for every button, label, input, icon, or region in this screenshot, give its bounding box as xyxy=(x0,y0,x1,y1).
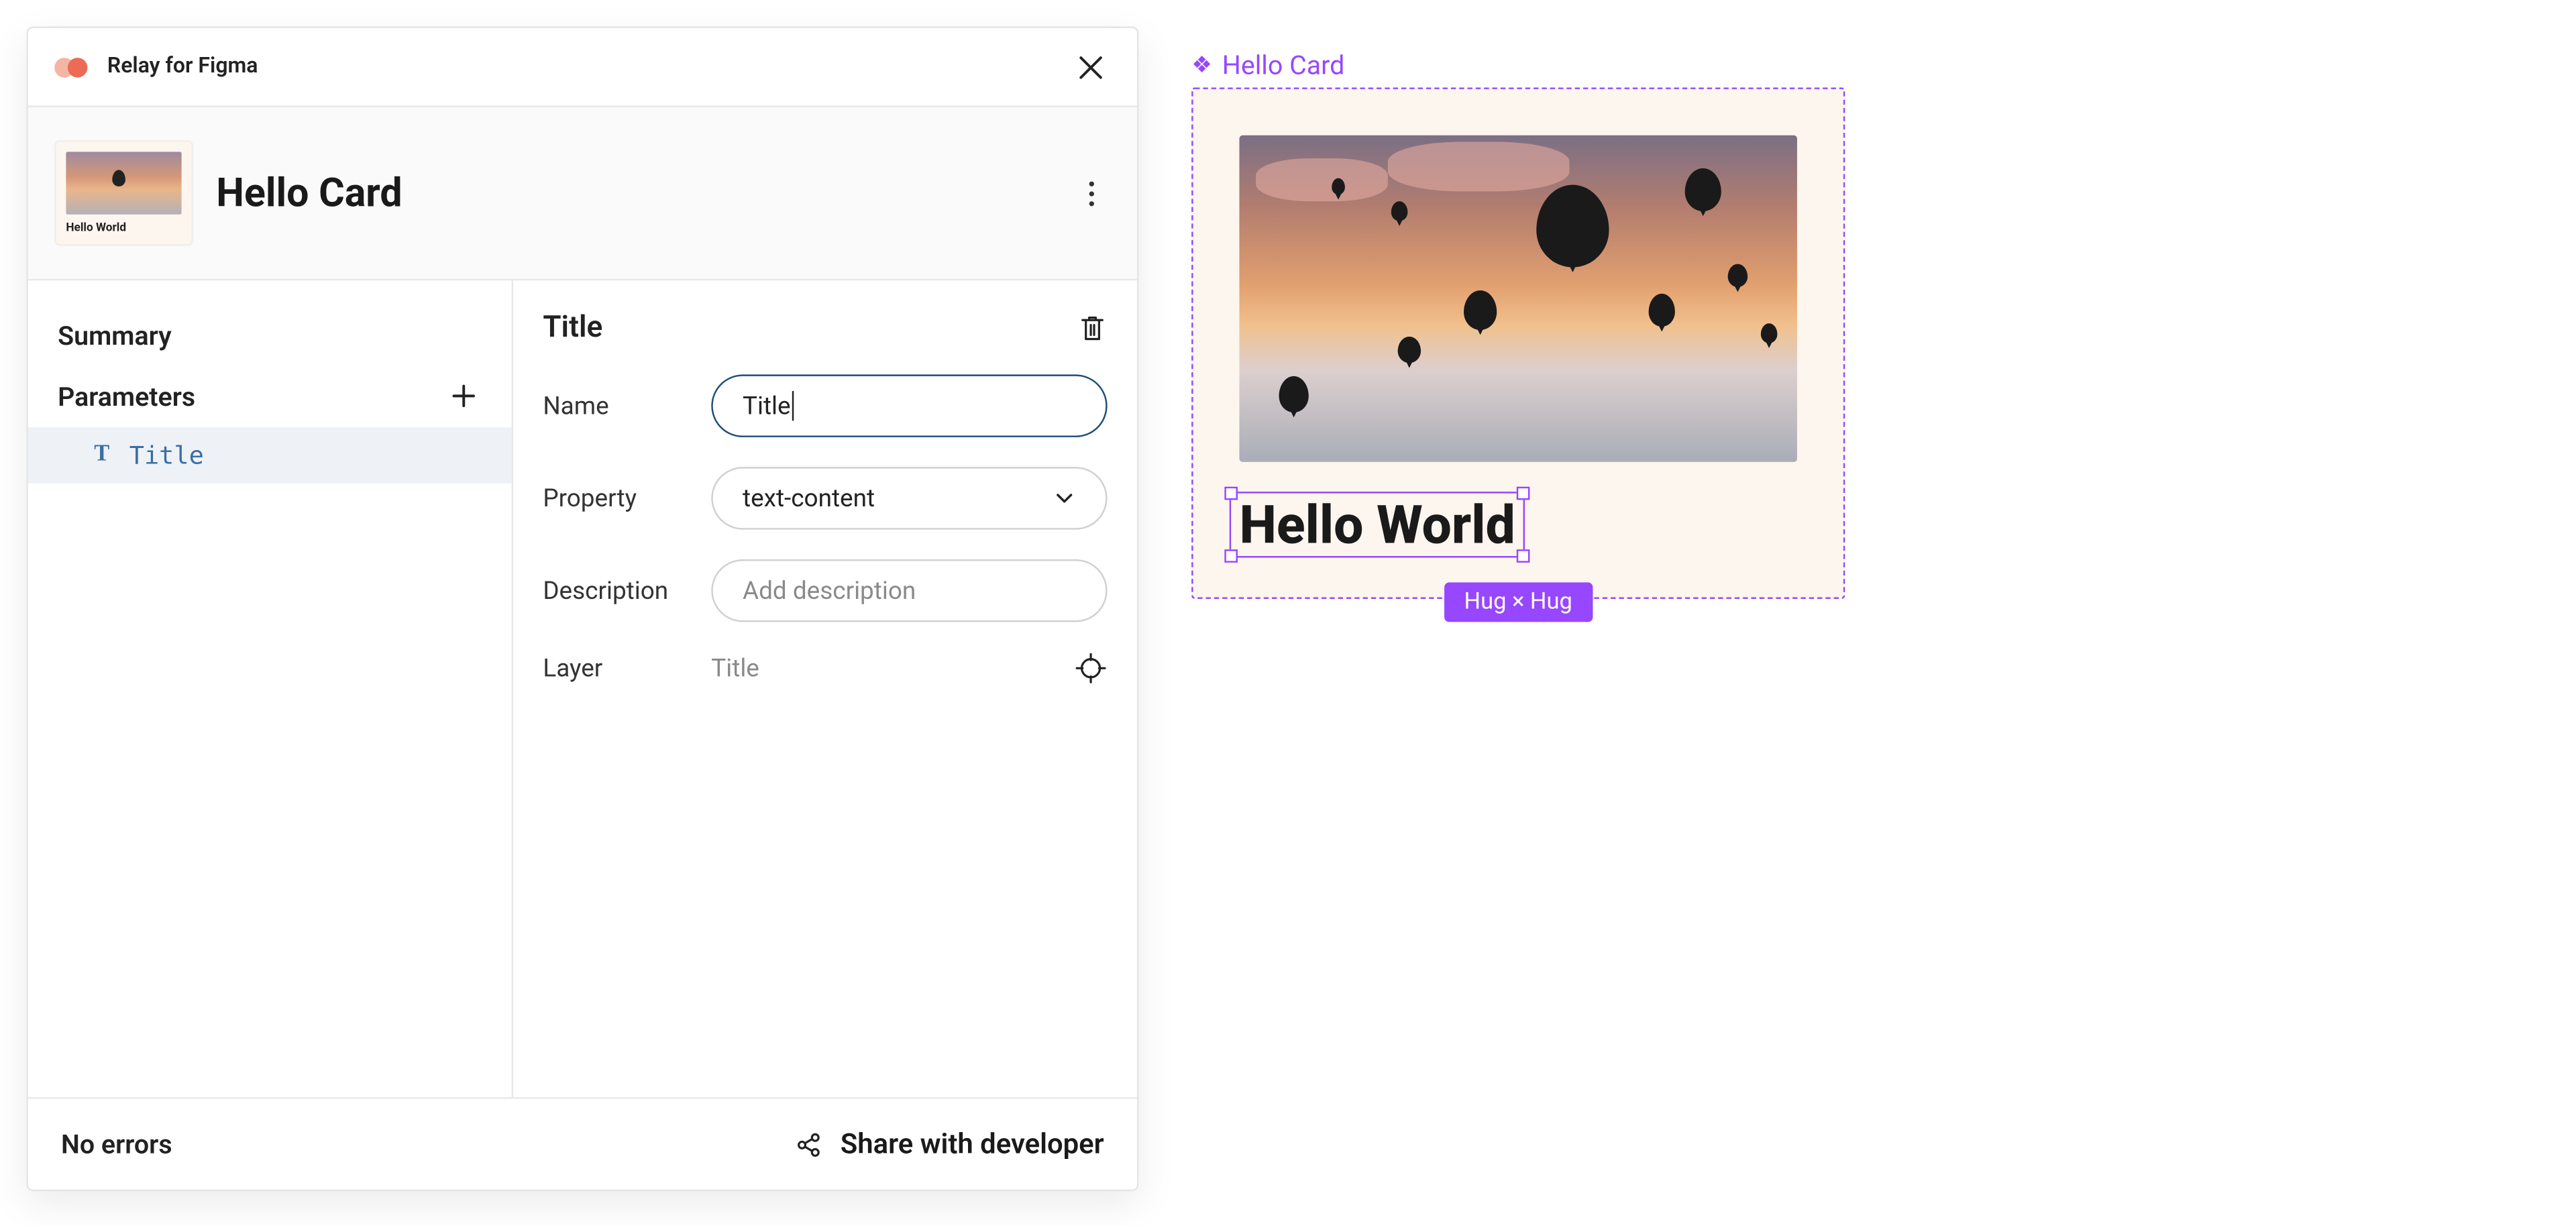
field-name-label: Name xyxy=(543,391,685,421)
sidebar-parameters-header: Parameters xyxy=(28,365,512,427)
relay-logo-icon xyxy=(54,55,91,78)
component-icon: ❖ xyxy=(1191,52,1212,78)
field-description-label: Description xyxy=(543,576,685,606)
resize-handle-tr[interactable] xyxy=(1517,487,1530,500)
locate-layer-button[interactable] xyxy=(1074,652,1107,685)
figma-canvas: ❖ Hello Card Hello World xyxy=(1191,50,1845,599)
frame-name: Hello Card xyxy=(1222,50,1345,81)
field-property-row: Property text-content xyxy=(543,467,1107,529)
parameter-item-title[interactable]: T Title xyxy=(28,427,512,484)
card-frame[interactable]: Hello World xyxy=(1191,87,1845,599)
card-frame-wrapper: Hello World Hug × Hug xyxy=(1191,87,1845,599)
share-label: Share with developer xyxy=(841,1127,1104,1160)
resize-handle-br[interactable] xyxy=(1517,549,1530,563)
layer-value: Title xyxy=(711,653,759,683)
field-property-label: Property xyxy=(543,484,685,513)
size-badge: Hug × Hug xyxy=(1444,582,1592,622)
selection-outline xyxy=(1230,492,1525,557)
description-placeholder: Add description xyxy=(743,576,916,606)
name-input[interactable]: Title xyxy=(711,374,1107,437)
panel-footer: No errors Share with developer xyxy=(28,1097,1137,1190)
thumbnail-caption: Hello World xyxy=(66,221,181,235)
detail-header: Title xyxy=(543,310,1107,345)
sidebar-parameters-label: Parameters xyxy=(58,380,195,412)
close-icon xyxy=(1077,54,1104,80)
parameter-name: Title xyxy=(129,441,204,470)
delete-parameter-button[interactable] xyxy=(1077,313,1107,342)
crosshair-icon xyxy=(1074,652,1107,685)
component-thumbnail: Hello World xyxy=(54,140,193,245)
description-input[interactable]: Add description xyxy=(711,559,1107,622)
panel-header: Relay for Figma xyxy=(28,28,1137,107)
text-param-icon: T xyxy=(94,442,109,468)
field-layer-row: Layer Title xyxy=(543,652,1107,685)
card-image[interactable] xyxy=(1239,135,1796,462)
frame-label[interactable]: ❖ Hello Card xyxy=(1191,50,1845,81)
trash-icon xyxy=(1077,313,1107,342)
field-name-row: Name Title xyxy=(543,374,1107,437)
text-caret xyxy=(792,391,794,421)
panel-body: Summary Parameters T Title Title xyxy=(28,280,1137,1097)
thumbnail-image xyxy=(66,152,181,214)
property-value: text-content xyxy=(743,484,875,513)
detail-heading: Title xyxy=(543,310,602,345)
resize-handle-tl[interactable] xyxy=(1224,487,1238,500)
detail-pane: Title Name Title Property text-content xyxy=(513,280,1137,1097)
share-button[interactable]: Share with developer xyxy=(794,1127,1104,1160)
component-header: Hello World Hello Card xyxy=(28,107,1137,280)
plugin-panel: Relay for Figma Hello World Hello Card S… xyxy=(26,26,1138,1191)
component-name: Hello Card xyxy=(216,170,402,216)
chevron-down-icon xyxy=(1053,487,1075,510)
error-status: No errors xyxy=(61,1129,172,1160)
plugin-title: Relay for Figma xyxy=(107,54,258,79)
plus-icon xyxy=(451,383,477,409)
close-button[interactable] xyxy=(1071,47,1111,87)
more-menu-button[interactable] xyxy=(1071,173,1111,213)
name-input-value: Title xyxy=(743,391,791,421)
sidebar-summary[interactable]: Summary xyxy=(28,307,512,365)
field-layer-label: Layer xyxy=(543,653,685,683)
field-description-row: Description Add description xyxy=(543,559,1107,622)
resize-handle-bl[interactable] xyxy=(1224,549,1238,563)
add-parameter-button[interactable] xyxy=(445,378,482,414)
sidebar: Summary Parameters T Title xyxy=(28,280,513,1097)
share-icon xyxy=(794,1129,824,1159)
selected-title-layer[interactable]: Hello World xyxy=(1239,498,1515,551)
property-select[interactable]: text-content xyxy=(711,467,1107,529)
